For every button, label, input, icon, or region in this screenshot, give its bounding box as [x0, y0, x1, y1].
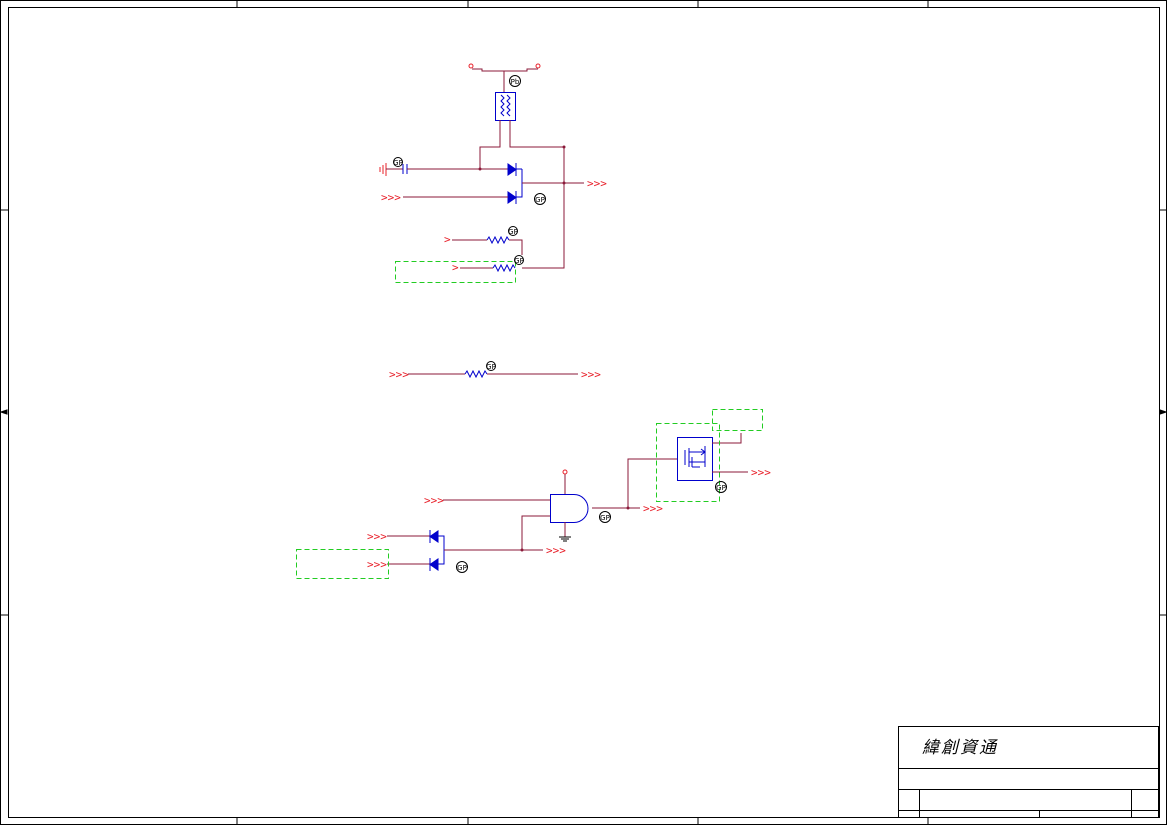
schematic-sheet: >>> >>> > > >>> >>> >>> >>> >>> >>> >>> …	[0, 0, 1167, 825]
svg-text:GP: GP	[486, 363, 496, 371]
offpage-connector-icon: >	[452, 261, 459, 274]
offpage-connector-icon: >>>	[424, 494, 444, 507]
offpage-connector-icon: >>>	[367, 558, 387, 571]
resistor-icon	[464, 369, 488, 379]
ref-tag-icon: GP	[514, 255, 524, 265]
diode-icon	[429, 530, 439, 543]
fuse-out-wire-left	[479, 120, 501, 169]
offpage-connector-icon: >>>	[751, 466, 771, 479]
outer-border	[0, 0, 1167, 825]
diode-icon	[507, 191, 517, 204]
svg-text:GP: GP	[457, 564, 467, 572]
power-rail-wire	[472, 68, 538, 72]
block-fuse-diodes: >>> >>> > >	[379, 63, 607, 283]
power-pin-icon	[468, 63, 474, 69]
power-pin-icon	[535, 63, 541, 69]
offpage-connector-icon: >>>	[587, 177, 607, 190]
resistor-icon	[492, 263, 516, 273]
ref-tag-icon: GP	[715, 481, 727, 493]
capacitor-icon	[402, 164, 408, 174]
ref-tag-icon: GP	[508, 226, 518, 236]
ground-icon	[559, 536, 571, 542]
junction-dot	[562, 145, 566, 149]
offpage-connector-icon: >>>	[367, 530, 387, 543]
svg-text:GP: GP	[514, 257, 524, 265]
resistor-icon	[486, 235, 510, 245]
block-logic-switch: >>> >>> >>> >>> >>> >>>	[296, 409, 771, 579]
ref-tag-icon: GP	[599, 511, 611, 523]
company-name: 緯創資通	[922, 738, 998, 758]
offpage-connector-icon: >>>	[389, 368, 409, 381]
offpage-connector-icon: >>>	[581, 368, 601, 381]
diode-icon	[507, 163, 517, 176]
svg-text:GP: GP	[535, 196, 545, 204]
ref-tag-icon: GP	[486, 361, 496, 371]
ground-icon	[379, 163, 387, 176]
svg-text:GP: GP	[600, 514, 610, 522]
no-stuff-box	[656, 423, 720, 502]
mosfet-icon	[677, 437, 713, 481]
ref-tag-icon: GP	[456, 561, 468, 573]
offpage-connector-icon: >>>	[546, 544, 566, 557]
polyfuse-icon	[495, 92, 516, 121]
offpage-connector-icon: >>>	[381, 191, 401, 204]
zone-markers	[0, 0, 1167, 825]
svg-text:Pb: Pb	[511, 78, 520, 86]
and-gate-icon	[550, 494, 589, 523]
offpage-connector-icon: >>>	[643, 502, 663, 515]
offpage-connector-icon: >	[444, 233, 451, 246]
ref-tag-icon: GP	[393, 157, 403, 167]
svg-text:GP: GP	[508, 228, 518, 236]
diode-icon	[429, 558, 439, 571]
svg-text:GP: GP	[716, 484, 726, 492]
power-pin-icon	[562, 469, 568, 475]
inner-border	[8, 7, 1160, 818]
ref-tag-icon: GP	[534, 193, 546, 205]
svg-text:GP: GP	[393, 159, 403, 167]
ref-tag-icon: Pb	[509, 75, 521, 87]
